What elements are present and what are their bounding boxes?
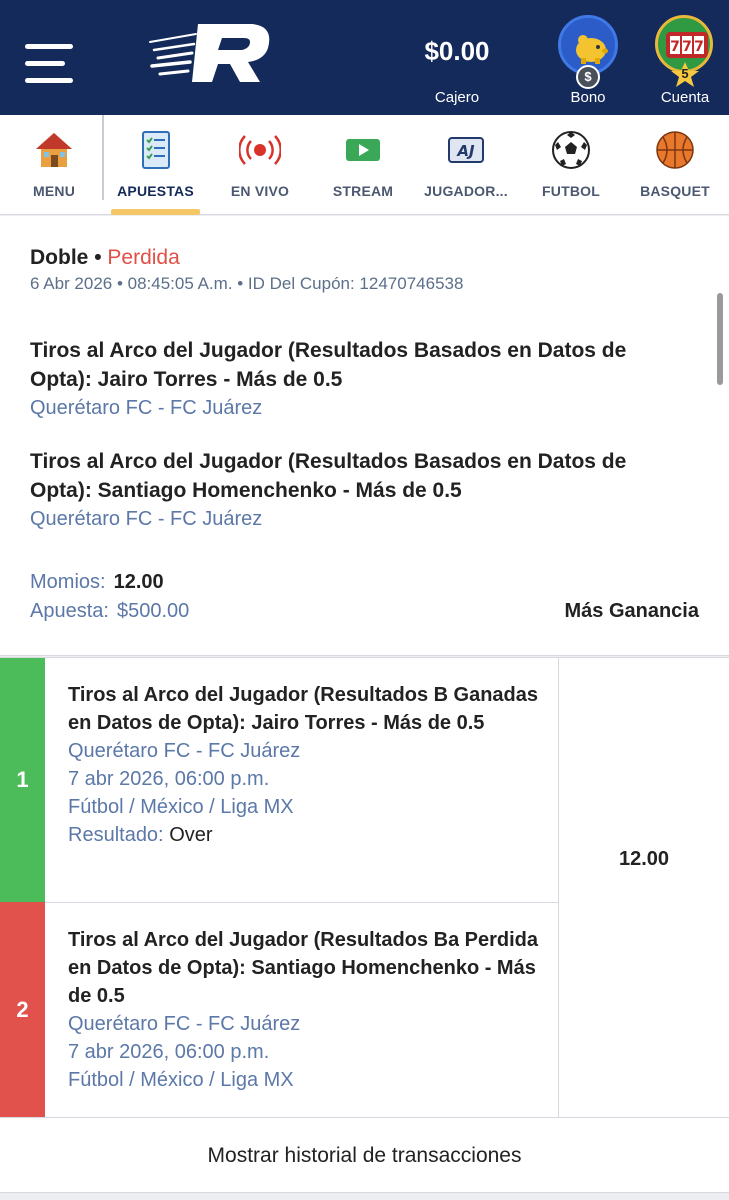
stake-value: $500.00 (116, 600, 190, 622)
column-divider (558, 658, 559, 1118)
selection-summary: Tiros al Arco del Jugador (Resultados Ba… (30, 447, 690, 534)
nav-label-menu: MENU (32, 183, 76, 199)
live-broadcast-icon (239, 135, 281, 165)
scrollbar-thumb[interactable] (717, 293, 723, 385)
leg-separator (45, 902, 558, 903)
selection-summary: Tiros al Arco del Jugador (Resultados Ba… (30, 336, 690, 423)
svg-text:AJ: AJ (456, 142, 475, 160)
leg-number: 2 (0, 902, 45, 1118)
bet-meta: 6 Abr 2026 • 08:45:05 A.m. • ID Del Cupó… (30, 274, 464, 293)
bet-summary-card: Doble • Perdida 6 Abr 2026 • 08:45:05 A.… (0, 216, 729, 656)
top-bar: $0.00 Cajero $ Bono 7 7 7 5 Cuenta (0, 0, 729, 115)
nav-label-basquet: BASQUET (640, 183, 710, 199)
leg-result: Resultado: Over (68, 821, 538, 849)
brand-logo[interactable] (148, 20, 274, 86)
extra-winnings-label: Más Ganancia (564, 600, 699, 622)
svg-text:7: 7 (694, 39, 704, 55)
cashier-label[interactable]: Cajero (400, 89, 514, 106)
basketball-icon (656, 131, 694, 169)
nav-item-jugador[interactable]: AJ JUGADOR... (420, 115, 512, 215)
bet-type-line: Doble • Perdida (30, 246, 180, 270)
leg-status: Perdida (458, 926, 538, 954)
house-icon (36, 133, 72, 167)
leg-details: Ganadas Tiros al Arco del Jugador (Resul… (68, 681, 538, 849)
transaction-history-button[interactable]: Mostrar historial de transacciones (0, 1117, 729, 1193)
nav-item-futbol[interactable]: FUTBOL (526, 115, 616, 215)
nav-item-apuestas[interactable]: APUESTAS (111, 115, 200, 215)
leg-details: Perdida Tiros al Arco del Jugador (Resul… (68, 926, 538, 1094)
nav-item-menu[interactable]: MENU (10, 115, 98, 215)
leg-number: 1 (0, 658, 45, 902)
nav-label-jugador: JUGADOR... (424, 183, 508, 199)
selection-title: Tiros al Arco del Jugador (Resultados Ba… (30, 450, 627, 502)
leg-league: Fútbol / México / Liga MX (68, 1069, 294, 1091)
bonus-label[interactable]: Bono (556, 89, 620, 106)
leg-match: Querétaro FC - FC Juárez (68, 1013, 301, 1035)
nav-label-futbol: FUTBOL (542, 183, 600, 199)
leg-date: 7 abr 2026, 06:00 p.m. (68, 768, 270, 790)
bet-type: Doble (30, 246, 89, 269)
result-label: Resultado: (68, 824, 164, 846)
svg-text:7: 7 (670, 39, 680, 55)
selection-match: Querétaro FC - FC Juárez (30, 397, 263, 419)
soccer-ball-icon (552, 131, 590, 169)
selection-match: Querétaro FC - FC Juárez (30, 508, 263, 530)
leg-status: Ganadas (447, 681, 538, 709)
bonus-coin-icon: $ (576, 65, 600, 89)
account-label[interactable]: Cuenta (650, 89, 720, 106)
nav-divider (102, 115, 104, 200)
level-number: 5 (681, 66, 689, 81)
odds-value: 12.00 (113, 571, 164, 593)
result-value: Over (169, 824, 213, 846)
odds-label: Momios: (30, 571, 106, 593)
bet-status: Perdida (107, 246, 180, 269)
play-video-icon (346, 139, 380, 161)
balance-amount[interactable]: $0.00 (400, 36, 514, 67)
selection-title: Tiros al Arco del Jugador (Resultados Ba… (30, 339, 627, 391)
hamburger-menu-icon[interactable] (25, 44, 73, 84)
leg-date: 7 abr 2026, 06:00 p.m. (68, 1041, 270, 1063)
svg-text:7: 7 (682, 39, 692, 55)
stake-row: Apuesta: $500.00 (30, 600, 189, 623)
leg-league: Fútbol / México / Liga MX (68, 796, 294, 818)
total-odds: 12.00 (618, 848, 670, 870)
nav-label-apuestas: APUESTAS (117, 183, 194, 199)
bet-legs-table: 1 Ganadas Tiros al Arco del Jugador (Res… (0, 657, 729, 1118)
nav-item-basquet[interactable]: BASQUET (630, 115, 720, 215)
nav-item-stream[interactable]: STREAM (318, 115, 408, 215)
category-nav: MENU APUESTAS EN VIVO STREAM AJ JUGADOR.… (0, 115, 729, 215)
leg-match: Querétaro FC - FC Juárez (68, 740, 301, 762)
nav-label-en-vivo: EN VIVO (230, 183, 290, 199)
separator: • (94, 246, 102, 269)
stake-label: Apuesta: (30, 600, 109, 622)
nav-item-en-vivo[interactable]: EN VIVO (214, 115, 306, 215)
active-tab-indicator (111, 209, 200, 215)
nav-label-stream: STREAM (332, 183, 394, 199)
odds-row: Momios: 12.00 (30, 571, 164, 594)
aj-player-icon: AJ (448, 137, 484, 163)
betslip-icon (141, 131, 170, 169)
